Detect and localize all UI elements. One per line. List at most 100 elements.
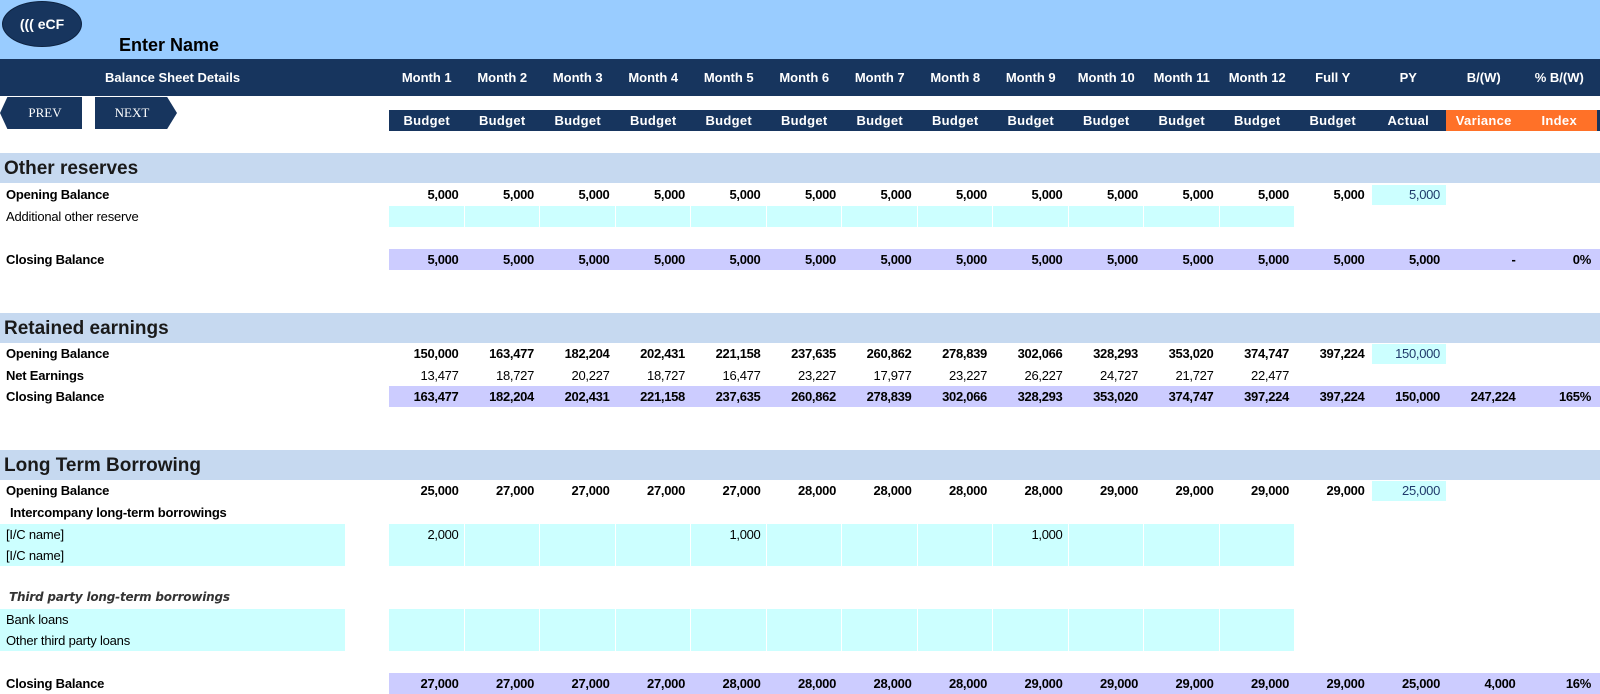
input-cell[interactable] xyxy=(1219,609,1295,630)
column-type-header: Budget xyxy=(1309,113,1357,128)
column-type-header: Budget xyxy=(554,113,602,128)
value-cell: 5,000 xyxy=(729,187,761,202)
input-row[interactable] xyxy=(389,609,1296,630)
input-cell[interactable] xyxy=(993,609,1069,630)
input-cell[interactable] xyxy=(615,545,691,566)
input-cell[interactable] xyxy=(615,630,691,651)
row-label[interactable]: Bank loans xyxy=(6,612,69,627)
value-cell: 5,000 xyxy=(578,252,610,267)
input-cell[interactable] xyxy=(540,524,616,545)
input-cell[interactable] xyxy=(615,609,691,630)
input-cell[interactable] xyxy=(1068,524,1144,545)
input-cell[interactable] xyxy=(691,630,767,651)
input-cell[interactable] xyxy=(615,524,691,545)
input-cell[interactable] xyxy=(917,609,993,630)
input-cell[interactable] xyxy=(389,206,465,227)
input-cell[interactable] xyxy=(540,206,616,227)
input-cell[interactable] xyxy=(464,609,540,630)
input-cell[interactable] xyxy=(1144,206,1220,227)
subheading: Intercompany long-term borrowings xyxy=(10,505,227,520)
input-cell[interactable] xyxy=(842,609,918,630)
value-cell: 150,000 xyxy=(1395,389,1440,404)
input-cell[interactable] xyxy=(389,545,465,566)
next-button[interactable]: NEXT xyxy=(95,97,177,129)
value-cell: 23,227 xyxy=(798,368,836,383)
input-cell[interactable] xyxy=(691,609,767,630)
input-cell[interactable] xyxy=(540,630,616,651)
input-cell[interactable] xyxy=(389,630,465,651)
input-cell[interactable] xyxy=(464,524,540,545)
value-cell: 278,839 xyxy=(942,346,987,361)
input-cell[interactable] xyxy=(615,206,691,227)
input-cell[interactable] xyxy=(993,206,1069,227)
row-label[interactable]: [I/C name] xyxy=(6,527,64,542)
section-header-retained-earnings xyxy=(0,313,1600,343)
input-cell[interactable] xyxy=(1068,545,1144,566)
input-cell[interactable] xyxy=(917,524,993,545)
input-cell[interactable] xyxy=(691,206,767,227)
input-cell[interactable] xyxy=(993,630,1069,651)
input-cell[interactable] xyxy=(842,545,918,566)
input-cell[interactable] xyxy=(766,524,842,545)
input-cell[interactable] xyxy=(1068,206,1144,227)
input-cell[interactable] xyxy=(766,206,842,227)
column-type-header: Budget xyxy=(931,113,979,128)
input-row[interactable] xyxy=(389,524,1296,545)
prev-button[interactable]: PREV xyxy=(0,97,82,129)
input-cell[interactable] xyxy=(1219,630,1295,651)
input-cell[interactable] xyxy=(1219,206,1295,227)
row-label[interactable]: Other third party loans xyxy=(6,633,130,648)
input-cell[interactable] xyxy=(842,524,918,545)
input-row[interactable] xyxy=(389,206,1296,227)
input-cell[interactable] xyxy=(917,206,993,227)
input-cell[interactable] xyxy=(766,609,842,630)
column-type-header: Budget xyxy=(1082,113,1130,128)
value-cell: 302,066 xyxy=(942,389,987,404)
input-cell[interactable] xyxy=(1144,524,1220,545)
input-cell[interactable] xyxy=(540,545,616,566)
value-cell: 5,000 xyxy=(1182,252,1214,267)
input-cell[interactable] xyxy=(917,630,993,651)
value-cell: 5,000 xyxy=(653,187,685,202)
entity-name[interactable]: Enter Name xyxy=(119,35,219,56)
input-row[interactable] xyxy=(389,545,1296,566)
row-label[interactable]: [I/C name] xyxy=(6,548,64,563)
column-header: % B/(W) xyxy=(1534,70,1584,85)
input-cell[interactable] xyxy=(464,206,540,227)
input-cell[interactable] xyxy=(1144,630,1220,651)
value-cell: 5,000 xyxy=(804,187,836,202)
input-cell[interactable] xyxy=(464,630,540,651)
input-cell[interactable] xyxy=(766,630,842,651)
value-cell: 17,977 xyxy=(873,368,912,383)
value-cell: 5,000 xyxy=(502,252,534,267)
value-cell: 5,000 xyxy=(955,252,987,267)
value-cell: 28,000 xyxy=(949,483,987,498)
value-cell: 16% xyxy=(1565,676,1591,691)
input-row[interactable] xyxy=(389,630,1296,651)
input-cell[interactable] xyxy=(389,609,465,630)
input-cell[interactable] xyxy=(993,545,1069,566)
value-cell: 5,000 xyxy=(427,252,459,267)
input-cell[interactable] xyxy=(917,545,993,566)
value-cell: 328,293 xyxy=(1093,346,1138,361)
input-cell[interactable] xyxy=(464,545,540,566)
value-cell: 5,000 xyxy=(653,252,685,267)
input-cell[interactable] xyxy=(691,545,767,566)
input-cell[interactable] xyxy=(540,609,616,630)
value-cell: 202,431 xyxy=(640,346,685,361)
input-cell[interactable] xyxy=(1219,545,1295,566)
input-cell[interactable] xyxy=(842,206,918,227)
value-cell: 163,477 xyxy=(413,389,459,404)
column-header: Month 8 xyxy=(930,70,981,85)
input-cell[interactable] xyxy=(766,545,842,566)
input-cell[interactable] xyxy=(1144,609,1220,630)
value-cell: 5,000 xyxy=(1106,252,1138,267)
value-cell: 5,000 xyxy=(729,252,761,267)
value-cell: 5,000 xyxy=(1106,187,1138,202)
input-cell[interactable] xyxy=(1068,630,1144,651)
input-cell[interactable] xyxy=(842,630,918,651)
input-cell[interactable] xyxy=(1219,524,1295,545)
value-cell: 163,477 xyxy=(489,346,534,361)
input-cell[interactable] xyxy=(1068,609,1144,630)
input-cell[interactable] xyxy=(1144,545,1220,566)
